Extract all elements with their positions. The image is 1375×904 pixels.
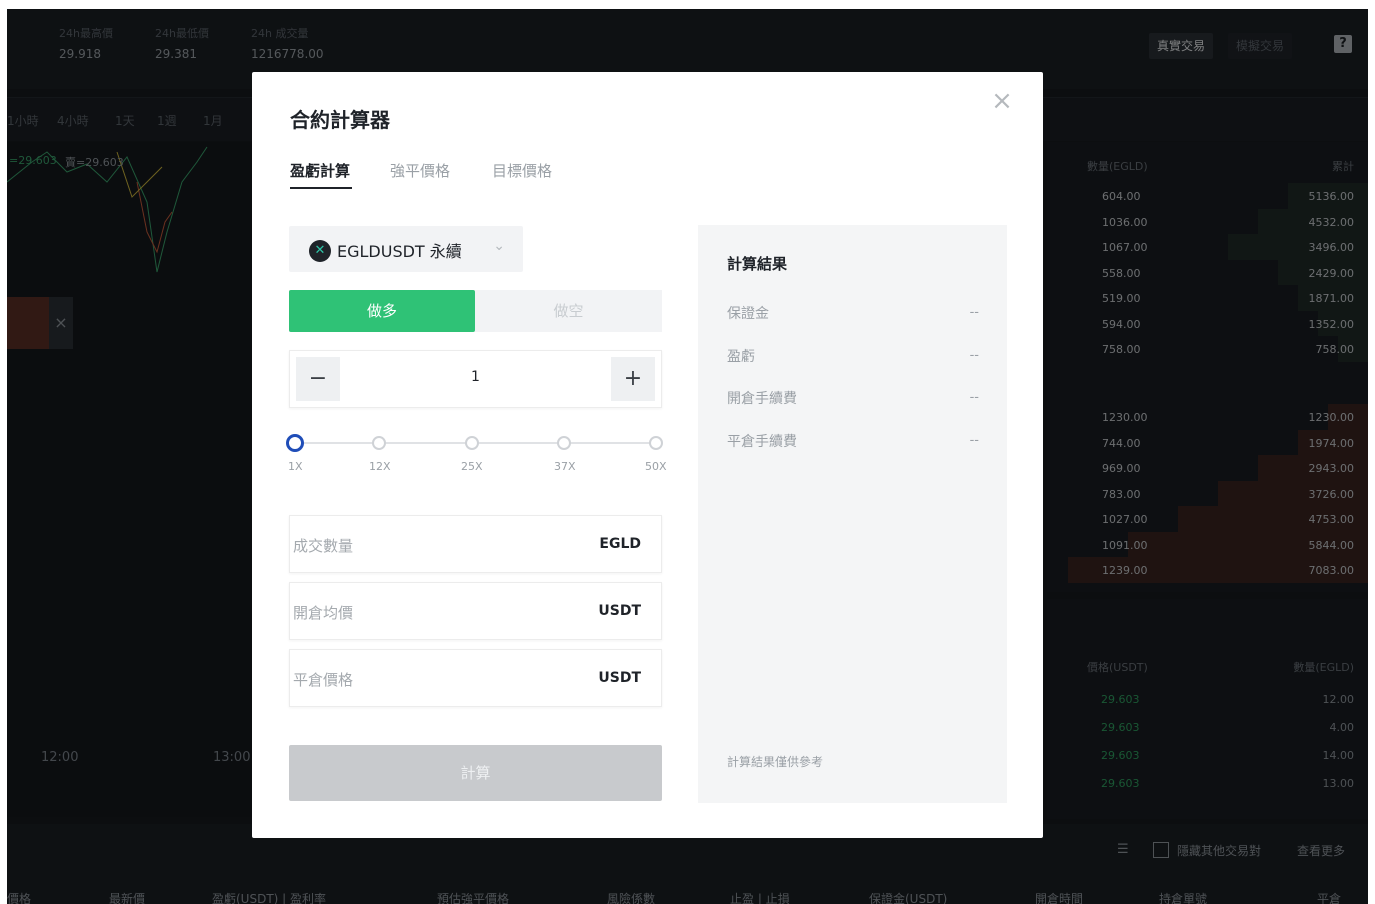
slider-dot-25x[interactable] [465,436,479,450]
calculate-button[interactable]: 計算 [289,745,662,801]
result-value-open-fee: -- [969,390,979,405]
result-value-close-fee: -- [969,433,979,448]
slider-mark: 37X [554,460,576,473]
slider-mark: 1X [288,460,303,473]
result-label-margin: 保證金 [727,306,769,322]
quantity-unit: EGLD [599,536,641,552]
leverage-value[interactable]: 1 [290,369,661,385]
modal-title: 合約計算器 [290,108,390,132]
chevron-down-icon: ⌄ [493,238,505,254]
tab-pnl[interactable]: 盈虧計算 [290,160,350,181]
close-icon[interactable]: × [991,88,1013,114]
result-label-close-fee: 平倉手續費 [727,434,797,450]
contract-calculator-modal: × 合約計算器 盈虧計算 強平價格 目標價格 ✕ EGLDUSDT 永續 ⌄ 做… [252,72,1043,838]
egld-logo-icon: ✕ [309,240,331,262]
slider-mark: 12X [369,460,391,473]
entry-price-unit: USDT [598,603,641,619]
symbol-selector[interactable]: ✕ EGLDUSDT 永續 ⌄ [289,226,523,272]
result-label-pnl: 盈虧 [727,349,755,365]
slider-dot-12x[interactable] [372,436,386,450]
leverage-stepper: − 1 + [289,350,662,408]
slider-dot-37x[interactable] [557,436,571,450]
result-value-pnl: -- [969,348,979,363]
slider-dot-50x[interactable] [649,436,663,450]
result-panel: 計算結果 保證金 -- 盈虧 -- 開倉手續費 -- 平倉手續費 -- 計算結果… [698,225,1007,803]
increase-button[interactable]: + [611,357,655,401]
exit-price-placeholder: 平倉價格 [293,671,354,689]
slider-mark: 50X [645,460,667,473]
leverage-slider[interactable]: 1X 12X 25X 37X 50X [286,432,669,473]
side-toggle: 做多 做空 [289,290,662,332]
exit-price-unit: USDT [598,670,641,686]
result-label-open-fee: 開倉手續費 [727,391,797,407]
result-title: 計算結果 [727,255,788,273]
active-tab-indicator [290,187,352,189]
slider-dot-1x[interactable] [286,434,304,452]
tab-target-price[interactable]: 目標價格 [492,160,552,181]
long-button[interactable]: 做多 [289,290,475,332]
slider-mark: 25X [461,460,483,473]
symbol-name: EGLDUSDT 永續 [337,242,462,261]
result-disclaimer: 計算結果僅供參考 [727,755,824,769]
quantity-field[interactable]: 成交數量 EGLD [289,515,662,573]
quantity-placeholder: 成交數量 [293,537,354,555]
entry-price-placeholder: 開倉均價 [293,604,354,622]
short-button[interactable]: 做空 [475,290,662,332]
exit-price-field[interactable]: 平倉價格 USDT [289,649,662,707]
result-value-margin: -- [969,305,979,320]
entry-price-field[interactable]: 開倉均價 USDT [289,582,662,640]
tab-liquidation-price[interactable]: 強平價格 [390,160,450,181]
